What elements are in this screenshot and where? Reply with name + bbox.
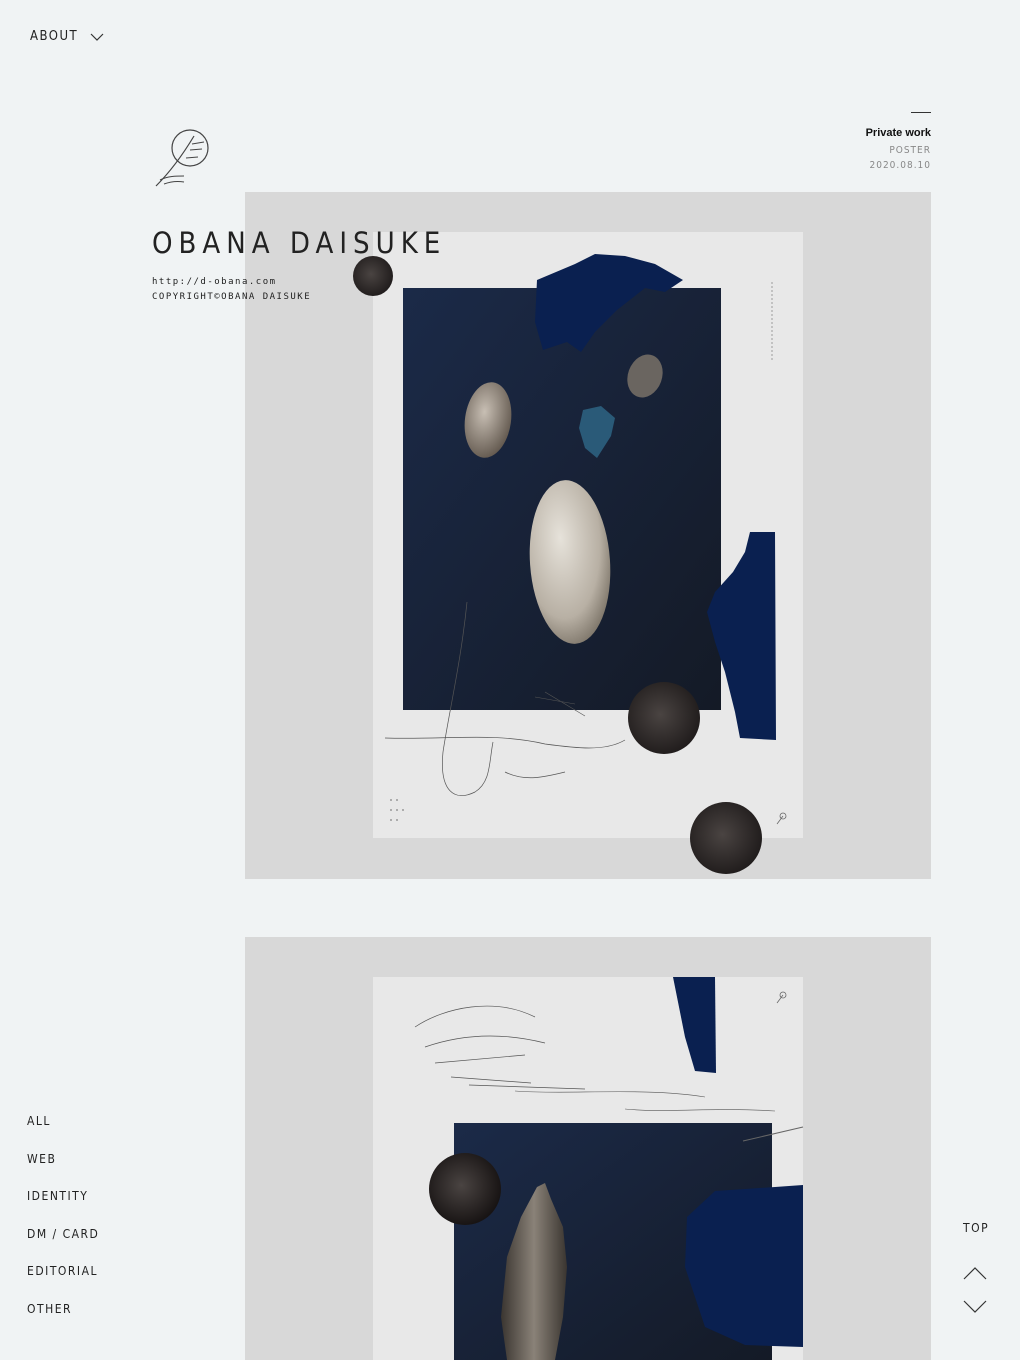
work-title: Private work: [865, 127, 931, 139]
nav-item-all[interactable]: ALL: [27, 1113, 99, 1151]
poster-image-2: [373, 977, 804, 1360]
nav-item-editorial[interactable]: EDITORIAL: [27, 1263, 99, 1301]
about-label: ABOUT: [30, 29, 79, 44]
logo-icon[interactable]: [152, 126, 214, 190]
top-link[interactable]: TOP: [963, 1221, 989, 1235]
work-meta: Private work POSTER 2020.08.10: [866, 112, 931, 173]
chevron-up-icon[interactable]: [963, 1266, 987, 1280]
nav-item-dm-card[interactable]: DM / CARD: [27, 1226, 99, 1264]
work-card-1[interactable]: [245, 192, 931, 879]
brand-url[interactable]: http://d-obana.com: [152, 277, 277, 287]
chevron-down-icon: [90, 33, 104, 41]
category-nav: ALL WEB IDENTITY DM / CARD EDITORIAL OTH…: [27, 1113, 99, 1338]
brand-name: OBANA DAISUKE: [152, 226, 447, 260]
work-category: POSTER: [889, 145, 931, 156]
chevron-down-icon[interactable]: [963, 1300, 987, 1314]
nav-item-identity[interactable]: IDENTITY: [27, 1188, 99, 1226]
meta-divider: [911, 112, 931, 113]
poster-image-1: [353, 232, 803, 874]
nav-item-other[interactable]: OTHER: [27, 1301, 99, 1339]
nav-item-web[interactable]: WEB: [27, 1151, 99, 1189]
work-card-2[interactable]: [245, 937, 931, 1360]
work-date: 2020.08.10: [869, 160, 931, 171]
about-menu[interactable]: ABOUT: [30, 29, 104, 44]
copyright: COPYRIGHT©OBANA DAISUKE: [152, 292, 312, 302]
